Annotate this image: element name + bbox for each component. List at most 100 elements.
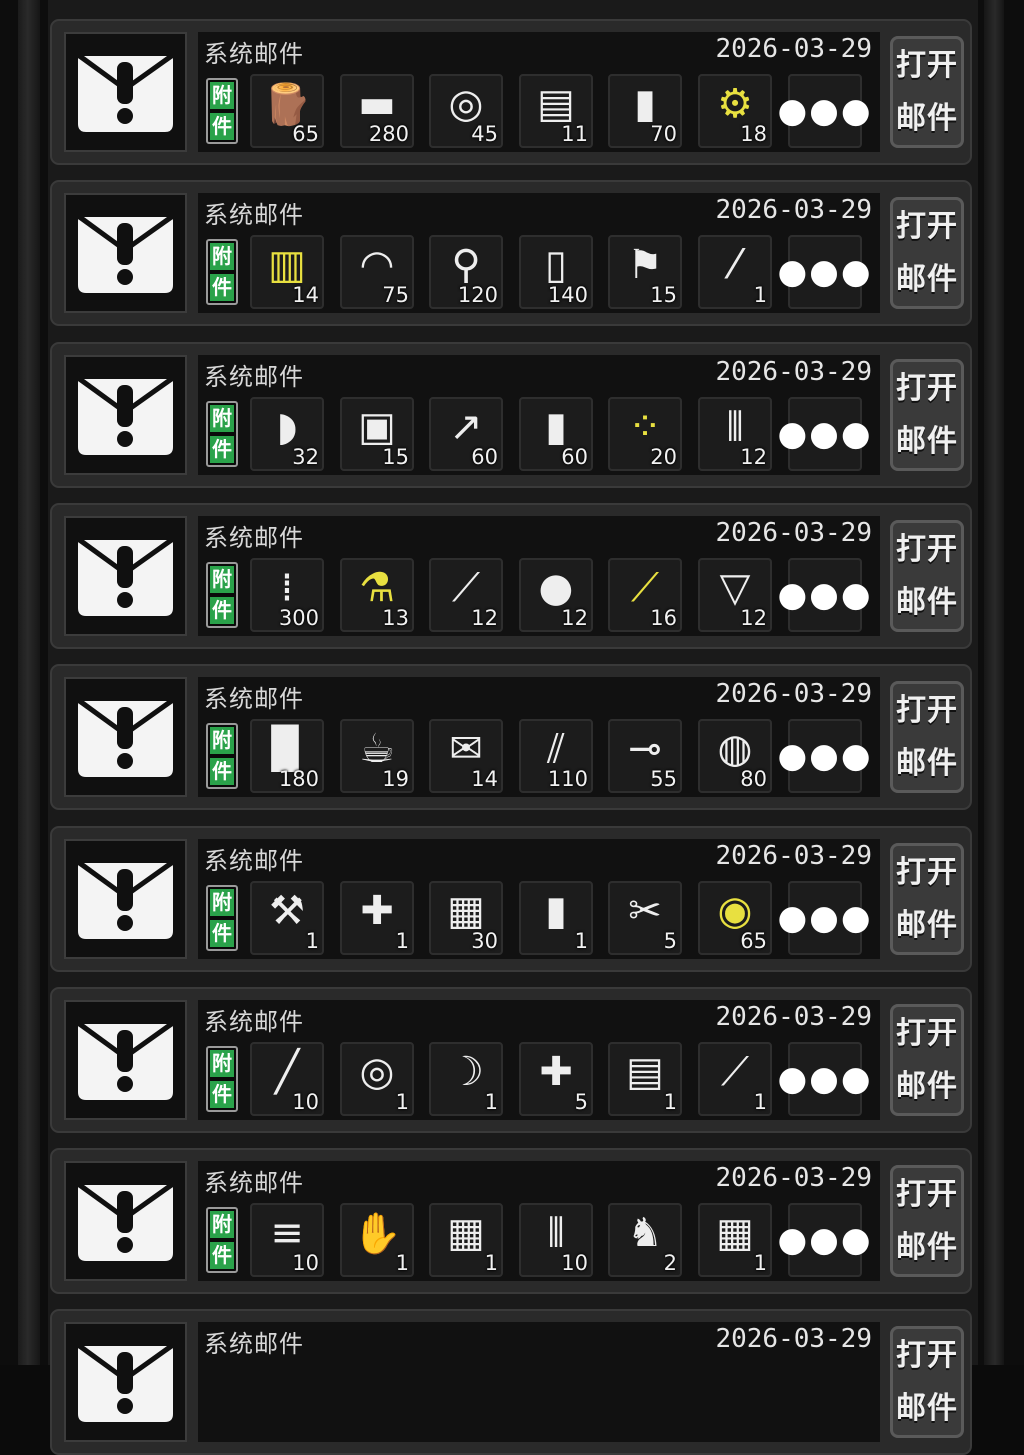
attachment-item[interactable]: ⟋ 16 [608,558,682,632]
open-mail-button[interactable]: 打开 邮件 [890,359,964,471]
more-items-button[interactable]: ●●● [778,74,871,148]
attachment-item[interactable]: ◠ 75 [340,235,414,309]
attachment-item[interactable]: ≡ 10 [250,1203,324,1277]
mail-list[interactable]: 系统邮件 2026-03-29 附件 🪵 65 ▬ 280 ◎ 45 ▤ 11 ▮ 70 ⚙ 18 ●●● 打开… [48,0,978,1455]
attachment-item[interactable]: ⚲ 120 [429,235,503,309]
attachment-item[interactable]: ▦ 30 [429,881,503,955]
mail-row[interactable]: 系统邮件 2026-03-29 附件 🪵 65 ▬ 280 ◎ 45 ▤ 11 ▮ 70 ⚙ 18 ●●● 打开… [50,19,972,165]
attachment-item[interactable]: ▽ 12 [698,558,772,632]
mail-row[interactable]: 系统邮件 2026-03-29 附件 ≡ 10 ✋ 1 ▦ 1 ⦀ 10 ♞ 2 ▦ 1 ●●● 打开 邮件 [50,1148,972,1294]
mail-row[interactable]: 系统邮件 2026-03-29 附件 ▉ 180 ☕ 19 ✉ 14 ⫽ 110 ⊸ 55 ◍ 80 ●●● 打… [50,664,972,810]
attachment-item[interactable]: ▥ 14 [250,235,324,309]
attachment-item[interactable]: ✚ 5 [519,1042,593,1116]
attachment-item[interactable]: ☕ 19 [340,719,414,793]
more-items-button[interactable]: ●●● [778,558,871,632]
item-quantity: 1 [395,1090,409,1114]
item-quantity: 16 [650,606,677,630]
attachment-item[interactable]: ♞ 2 [608,1203,682,1277]
item-quantity: 1 [484,1251,498,1275]
item-quantity: 10 [292,1090,319,1114]
more-items-button[interactable]: ●●● [777,881,873,955]
more-items-button[interactable]: ●●● [778,235,871,309]
attachment-item[interactable]: ▮ 70 [608,74,682,148]
attachment-item[interactable]: ⦀ 12 [698,397,772,471]
open-mail-button[interactable]: 打开 邮件 [890,36,964,148]
attachment-item[interactable]: ▯ 140 [519,235,593,309]
more-items-button[interactable]: ●●● [778,397,871,471]
attachment-item[interactable]: ▦ 1 [698,1203,772,1277]
item-quantity: 55 [650,767,677,791]
attachment-item[interactable]: ✚ 1 [340,881,414,955]
mail-row[interactable]: 系统邮件 2026-03-29 打开 邮件 [50,1309,972,1455]
open-mail-label: 打开 [896,47,958,83]
attachment-tag-char: 件 [210,436,234,463]
open-mail-button[interactable]: 打开 邮件 [890,520,964,632]
attachment-item[interactable]: ▮ 60 [519,397,593,471]
attachment-item[interactable]: ◉ 65 [698,881,772,955]
mail-row[interactable]: 系统邮件 2026-03-29 附件 ⚒ 1 ✚ 1 ▦ 30 ▮ 1 ✂ 5 ◉ 65 ●●● 打开 邮件 [50,826,972,972]
item-quantity: 12 [561,606,588,630]
more-items-button[interactable]: ●●● [777,1042,873,1116]
mail-alert-icon [64,193,187,313]
attachment-item[interactable]: ◎ 1 [340,1042,414,1116]
open-mail-button[interactable]: 打开 邮件 [890,843,964,955]
attachment-item[interactable]: ▦ 1 [429,1203,503,1277]
open-mail-label: 打开 [896,854,958,890]
attachment-item[interactable]: ↗ 60 [429,397,503,471]
attachment-item[interactable]: ▤ 1 [608,1042,682,1116]
attachment-item[interactable]: ▮ 1 [519,881,593,955]
attachment-item[interactable]: ☽ 1 [429,1042,503,1116]
open-mail-button[interactable]: 打开 邮件 [890,1004,964,1116]
open-mail-button[interactable]: 打开 邮件 [890,1326,964,1438]
attachment-item[interactable]: ╱ 10 [250,1042,324,1116]
mail-content: 系统邮件 2026-03-29 附件 ◗ 32 ▣ 15 ↗ 60 ▮ 60 ⁘ 20 ⦀ 12 ●●● [198,355,880,475]
open-mail-button[interactable]: 打开 邮件 [890,197,964,309]
attachment-item[interactable]: ⚑ 15 [608,235,682,309]
attachment-item[interactable]: ⁘ 20 [608,397,682,471]
mail-row[interactable]: 系统邮件 2026-03-29 附件 ╱ 10 ◎ 1 ☽ 1 ✚ 5 ▤ 1 ⟋ 1 ●●● 打开 邮件 [50,987,972,1133]
more-items-button[interactable]: ●●● [778,1203,871,1277]
attachment-tag-char: 件 [210,1242,234,1269]
attachment-tag-char: 附 [210,727,234,754]
attachment-item[interactable]: ⟋ 12 [429,558,503,632]
mail-row[interactable]: 系统邮件 2026-03-29 附件 ▥ 14 ◠ 75 ⚲ 120 ▯ 140 ⚑ 15 ⁄ 1 ●●● 打开… [50,180,972,326]
item-quantity: 19 [382,767,409,791]
ellipsis-icon: ●●● [777,898,873,938]
attachment-item[interactable]: ⟋ 1 [698,1042,772,1116]
attachment-item[interactable]: ✂ 5 [608,881,682,955]
item-quantity: 15 [650,283,677,307]
attachment-item[interactable]: ⫽ 110 [519,719,593,793]
mail-date: 2026-03-29 [715,357,872,387]
open-mail-button[interactable]: 打开 邮件 [890,1165,964,1277]
mail-row[interactable]: 系统邮件 2026-03-29 附件 ◗ 32 ▣ 15 ↗ 60 ▮ 60 ⁘ 20 ⦀ 12 ●●● 打开邮… [50,342,972,488]
attachment-item[interactable]: ▉ 180 [250,719,324,793]
attachment-item[interactable]: ✋ 1 [340,1203,414,1277]
mail-row[interactable]: 系统邮件 2026-03-29 附件 ⁞ 300 ⚗ 13 ⟋ 12 ● 12 ⟋ 16 ▽ 12 ●●● 打开… [50,503,972,649]
attachment-item[interactable]: ⚗ 13 [340,558,414,632]
open-mail-button[interactable]: 打开 邮件 [890,681,964,793]
attachment-item[interactable]: ◍ 80 [698,719,772,793]
attachment-item[interactable]: ⁄ 1 [698,235,772,309]
attachment-item[interactable]: ⁞ 300 [250,558,324,632]
open-mail-label: 邮件 [896,1390,958,1426]
attachment-item[interactable]: ⦀ 10 [519,1203,593,1277]
attachment-item[interactable]: ▤ 11 [519,74,593,148]
item-quantity: 11 [561,122,588,146]
attachment-item[interactable]: ● 12 [519,558,593,632]
attachment-item[interactable]: ▬ 280 [340,74,414,148]
attachment-item[interactable]: ▣ 15 [340,397,414,471]
mail-alert-icon [64,1161,187,1281]
attachment-item[interactable]: ⚙ 18 [698,74,772,148]
open-mail-label: 邮件 [896,261,958,297]
attachment-item[interactable]: ✉ 14 [429,719,503,793]
ellipsis-icon: ●●● [777,1059,873,1099]
attachment-item[interactable]: ⊸ 55 [608,719,682,793]
attachment-item[interactable]: ⚒ 1 [250,881,324,955]
attachment-item[interactable]: 🪵 65 [250,74,324,148]
mail-title: 系统邮件 [204,1169,304,1197]
attachment-item[interactable]: ◎ 45 [429,74,503,148]
mail-title: 系统邮件 [204,1330,304,1358]
item-quantity: 1 [305,929,319,953]
attachment-item[interactable]: ◗ 32 [250,397,324,471]
more-items-button[interactable]: ●●● [778,719,871,793]
